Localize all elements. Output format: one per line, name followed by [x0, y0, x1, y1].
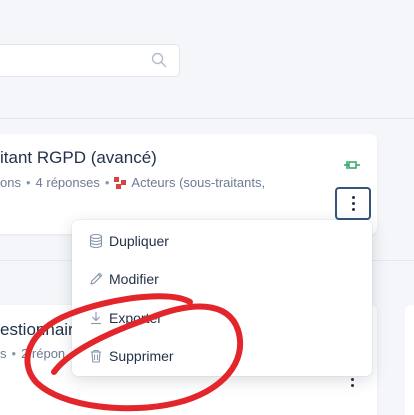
card-meta: ons • 4 réponses • Acteurs (sous-traitants,: [0, 175, 265, 190]
adjacent-card[interactable]: [405, 305, 414, 415]
card-title[interactable]: estionnair: [0, 320, 74, 340]
card-meta-prefix: s: [0, 346, 7, 361]
menu-item-label: Modifier: [109, 271, 159, 287]
kebab-dot: [352, 208, 355, 211]
meta-separator: •: [11, 346, 17, 361]
pencil-icon: [90, 272, 103, 285]
menu-item-duplicate[interactable]: Dupliquer: [72, 222, 372, 260]
card-responses-count: 2 répon: [21, 346, 66, 361]
kebab-dot: [352, 202, 355, 205]
pin-icon[interactable]: [343, 158, 361, 172]
menu-item-label: Supprimer: [109, 348, 174, 364]
database-icon: [89, 233, 103, 249]
card-responses-count: 4 réponses: [35, 175, 100, 190]
menu-item-edit[interactable]: Modifier: [72, 260, 372, 298]
kebab-dot: [352, 196, 355, 199]
card-title[interactable]: itant RGPD (avancé): [0, 148, 157, 168]
menu-item-export[interactable]: Exporter: [72, 299, 372, 337]
kebab-dot: [351, 384, 354, 387]
app-canvas: itant RGPD (avancé) ons • 4 réponses • Acte…: [0, 0, 414, 415]
trash-icon: [91, 349, 101, 363]
menu-item-label: Exporter: [109, 310, 162, 326]
card-options-menu: Dupliquer Modifier Exporter Supprimer: [72, 220, 372, 376]
card-meta-prefix: ons: [0, 175, 21, 190]
search-icon[interactable]: [150, 51, 168, 69]
meta-separator: •: [25, 175, 31, 190]
menu-item-label: Dupliquer: [109, 233, 169, 249]
meta-separator: •: [104, 175, 110, 190]
menu-item-delete[interactable]: Supprimer: [72, 337, 372, 375]
more-options-button[interactable]: [335, 187, 371, 220]
kebab-dot: [351, 378, 354, 381]
card-actors-label: Acteurs (sous-traitants,: [131, 175, 266, 190]
actors-icon: [114, 177, 127, 189]
card-meta: s • 2 répon: [0, 346, 65, 361]
download-icon: [91, 312, 101, 325]
